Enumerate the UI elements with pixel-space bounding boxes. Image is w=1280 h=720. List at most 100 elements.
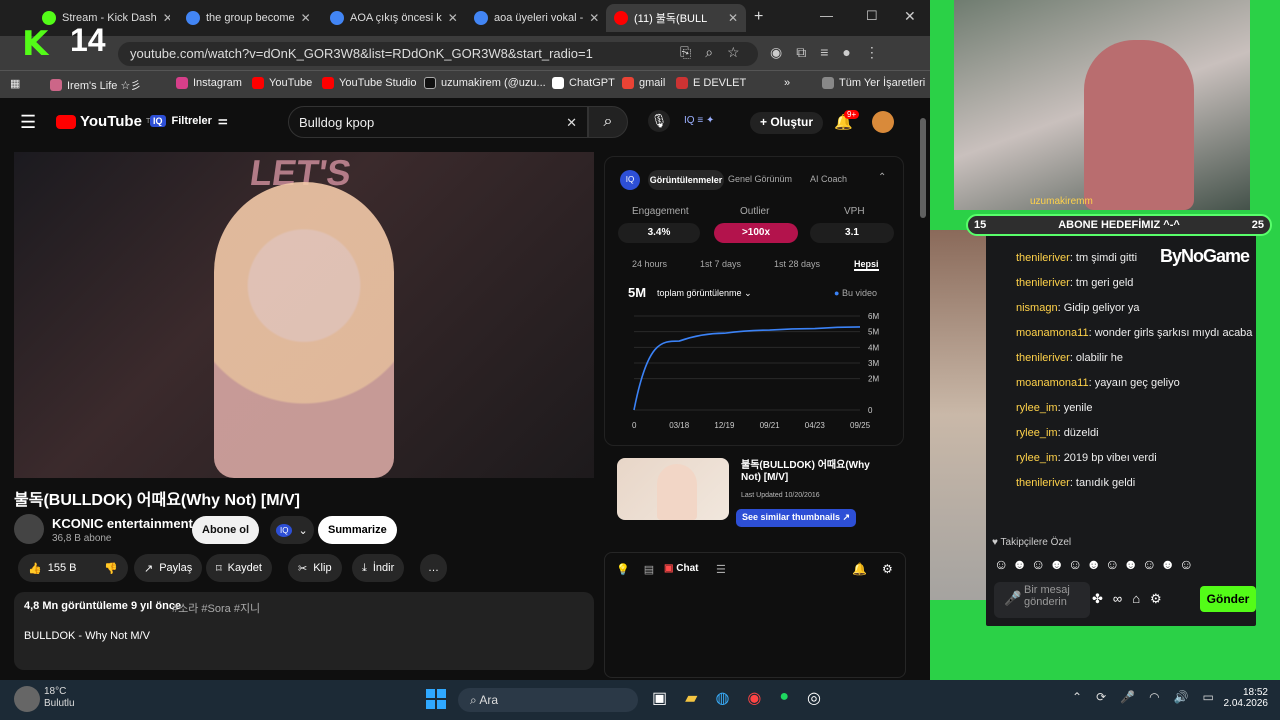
download-button[interactable]: ⤓ İndir [352,554,405,582]
mic-icon[interactable]: 🎙 [648,110,670,132]
weather-text[interactable]: 18°C Bulutlu [44,686,94,710]
bookmark-chatgpt[interactable]: ChatGPT [552,77,615,89]
send-button[interactable]: Gönder [1200,586,1256,612]
edge-icon[interactable]: ◍ [715,688,729,708]
chat-username[interactable]: thenileriver [1016,477,1070,489]
close-icon[interactable]: ✕ [448,11,458,25]
chat-username[interactable]: thenileriver [1016,352,1070,364]
bookmark-tiktok[interactable]: uzumakirem (@uzu... [424,77,546,89]
suggestion-title[interactable]: 불독(BULLDOK) 어때요(Why Not) [M/V] [741,460,891,484]
microphone-icon[interactable]: 🎤 [1120,690,1135,704]
close-icon[interactable]: ✕ [301,11,311,25]
tab-google-2[interactable]: AOA çıkış öncesi k ✕ [322,4,460,32]
close-icon[interactable]: ✕ [589,11,599,25]
tab-views[interactable]: Görüntülenmeler [648,170,724,190]
chat-tab[interactable]: ▣ Chat [664,563,698,574]
chat-username[interactable]: rylee_im [1016,427,1058,439]
star-icon[interactable]: ☆ [727,44,740,61]
captions-icon[interactable]: ▤ [644,563,654,576]
bookmark-edevlet[interactable]: E DEVLET [676,77,746,89]
chat-username[interactable]: moanamona11 [1016,377,1089,389]
install-icon[interactable]: ⎘ [680,44,691,61]
range-24h[interactable]: 24 hours [632,259,667,269]
minimize-button[interactable]: — [820,8,833,23]
tab-google-1[interactable]: the group become ✕ [178,4,316,32]
folder-icon[interactable]: ▰ [685,688,697,708]
tab-youtube[interactable]: (11) 불독(BULL ✕ [606,4,746,32]
range-7d[interactable]: 1st 7 days [700,259,741,269]
chrome-icon[interactable]: ◉ [747,688,761,708]
emote-row[interactable]: ☺☻☺☻☺☻☺☻☺☻☺ [994,556,1197,572]
tab-ai-coach[interactable]: AI Coach [810,174,847,184]
profile-icon[interactable]: ● [842,44,850,61]
store-icon[interactable]: ⌂ [1132,591,1140,607]
weather-icon[interactable] [14,686,40,712]
clip-button[interactable]: ✂ Klip [288,554,342,582]
chat-username[interactable]: rylee_im [1016,452,1058,464]
scrollbar[interactable] [916,98,930,680]
infinity-icon[interactable]: ∞ [1113,591,1122,607]
tab-google-3[interactable]: aoa üyeleri vokal - ✕ [466,4,604,32]
avatar[interactable] [872,111,894,133]
gear-icon[interactable]: ⚙ [882,562,893,576]
more-icon[interactable]: ⋮ [865,44,879,61]
chat-username[interactable]: nismagn [1016,302,1058,314]
mic-icon[interactable]: 🎤 [1004,590,1021,607]
youtube-logo[interactable]: YouTube TR [56,113,155,130]
apps-icon[interactable]: ▦ [10,77,20,90]
spotify-icon[interactable]: ● [779,688,789,708]
share-button[interactable]: ↗ Paylaş [134,554,203,582]
bookmark-youtube-studio[interactable]: YouTube Studio [322,77,416,89]
bookmark-irem[interactable]: Irem's Life ☆彡 [50,77,141,93]
camera-icon[interactable]: ◉ [770,44,782,61]
close-window-button[interactable]: ✕ [904,8,916,25]
bell-icon[interactable]: 🔔 [852,562,867,576]
new-tab-button[interactable]: + [754,8,763,26]
gear-icon[interactable]: ⚙ [1150,591,1162,607]
iq-dropdown[interactable]: IQ ⌄ [270,516,314,544]
iq-toolbar-icon[interactable]: IQ ≡ ✦ [684,115,714,126]
zoom-icon[interactable]: ⌕ [705,44,713,61]
bulb-icon[interactable]: 💡 [616,563,630,576]
clock[interactable]: 18:52 2.04.2026 [1212,687,1269,709]
search-input[interactable]: Bulldog kpop ✕ [288,106,588,138]
summarize-button[interactable]: Summarize [318,516,397,544]
close-icon[interactable]: ✕ [728,11,738,25]
task-view-icon[interactable]: ▣ [652,688,667,708]
bookmark-youtube[interactable]: YouTube [252,77,312,89]
channel-name[interactable]: KCONIC entertainment [52,516,193,531]
url-field[interactable]: youtube.com/watch?v=dOnK_GOR3W8&list=RDd… [118,42,758,66]
wifi-icon[interactable]: ◠ [1149,690,1159,704]
bookmark-gmail[interactable]: gmail [622,77,665,89]
volume-icon[interactable]: 🔊 [1174,690,1189,704]
bookmark-instagram[interactable]: Instagram [176,77,242,89]
bookmark-all[interactable]: Tüm Yer İşaretleri [822,77,925,89]
save-button[interactable]: ⌑ Kaydet [206,554,272,582]
tab-overview[interactable]: Genel Görünüm [728,174,792,184]
puzzle-icon[interactable]: ⧉ [796,44,806,61]
total-label-dropdown[interactable]: toplam görüntülenme ⌄ [657,288,752,299]
range-all[interactable]: Hepsi [854,259,879,271]
subscribe-button[interactable]: Abone ol [192,516,260,544]
more-actions-button[interactable]: … [420,554,447,582]
like-button[interactable]: 👍 155 B 👎 [18,554,128,582]
menu-lines-icon[interactable]: ≡ [820,44,828,61]
filters-button[interactable]: IQ Filtreler ⚌ [150,114,228,127]
range-28d[interactable]: 1st 28 days [774,259,820,269]
kick-logo-icon[interactable]: ✤ [1092,591,1103,607]
suggestion-thumbnail[interactable] [617,458,729,520]
maximize-button[interactable]: ☐ [866,8,878,24]
sync-icon[interactable]: ⟳ [1096,690,1106,704]
chat-username[interactable]: thenileriver [1016,252,1070,264]
chevron-right-icon[interactable]: » [784,77,790,89]
create-button[interactable]: + Oluştur [750,112,824,134]
search-button[interactable]: ⌕ [588,106,628,138]
chevron-up-icon[interactable]: ⌃ [878,172,886,183]
chat-username[interactable]: rylee_im [1016,402,1058,414]
close-icon[interactable]: ✕ [163,11,170,25]
clear-icon[interactable]: ✕ [566,115,577,131]
scrollbar-thumb[interactable] [920,118,926,218]
channel-avatar[interactable] [14,514,44,544]
similar-thumbnails-button[interactable]: See similar thumbnails ↗ [736,509,857,527]
video-player[interactable]: LET'S [14,152,594,478]
